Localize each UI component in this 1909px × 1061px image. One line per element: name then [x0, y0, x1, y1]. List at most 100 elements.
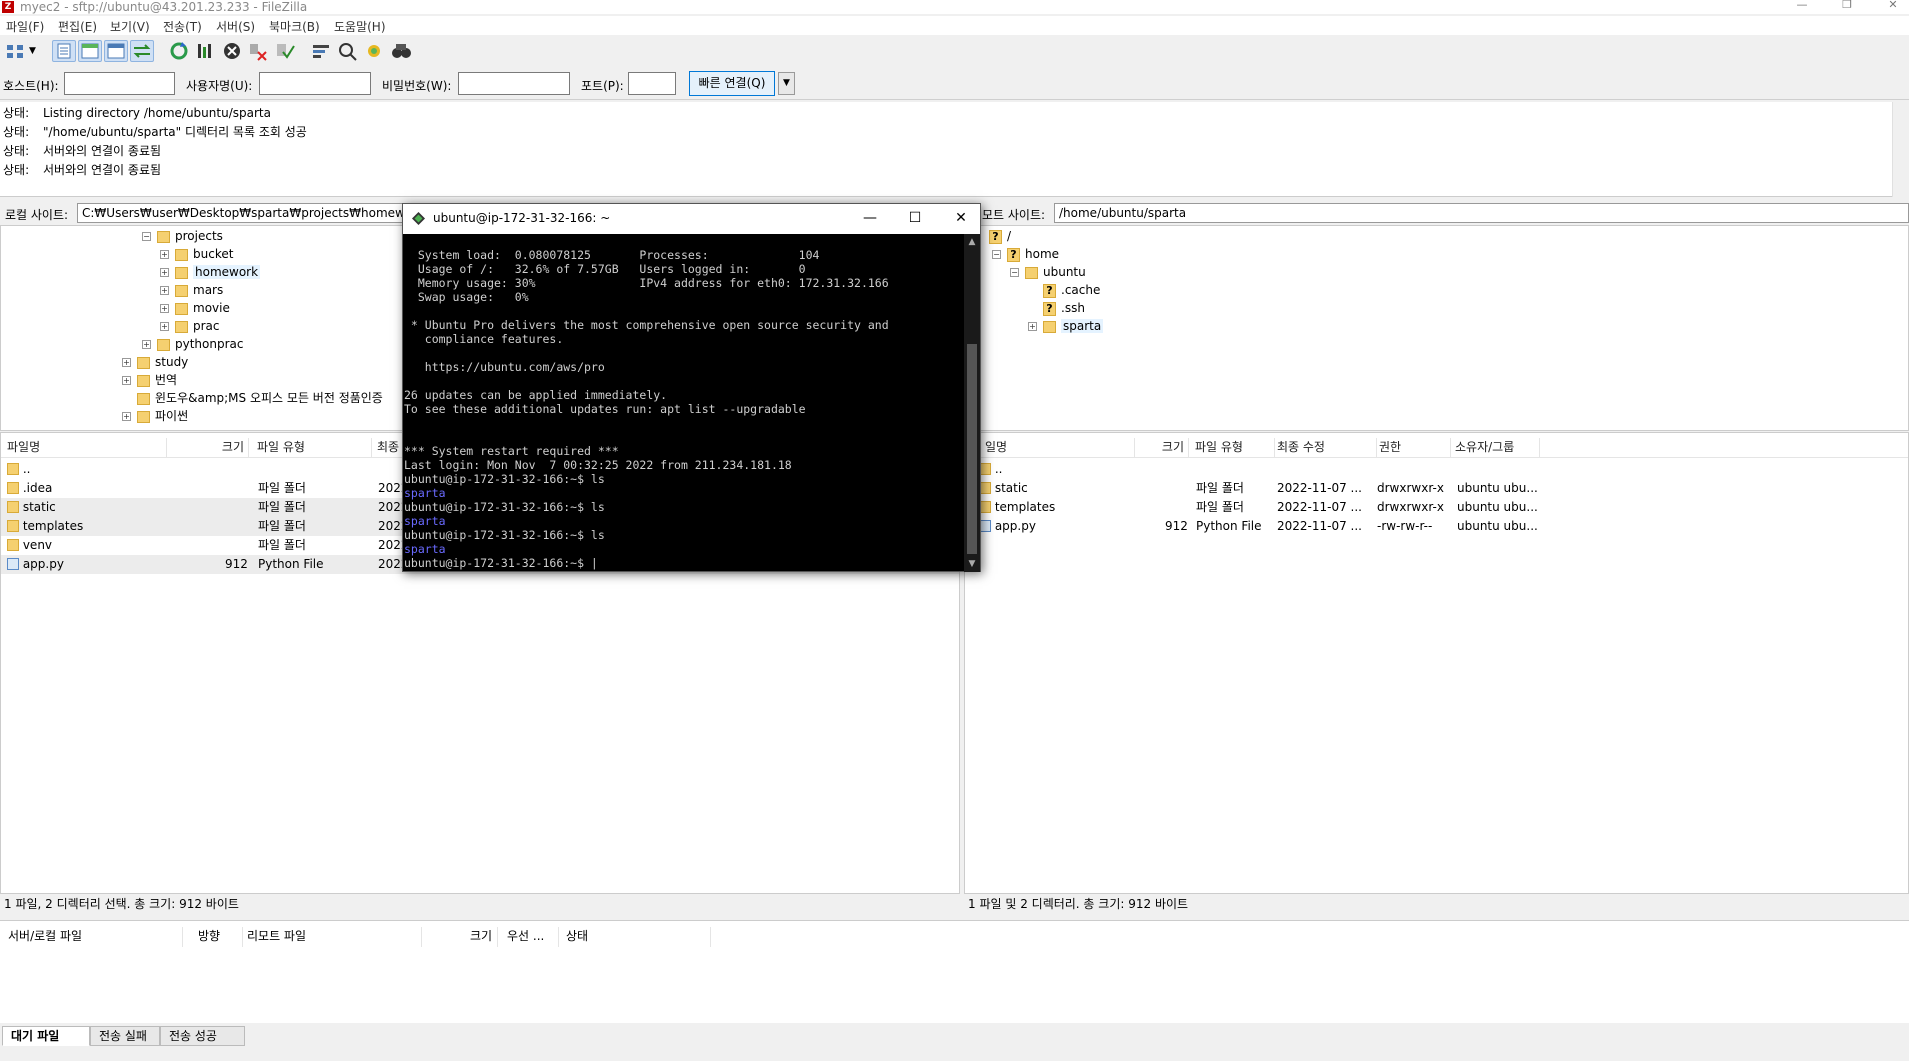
disconnect-icon[interactable] [246, 40, 270, 62]
tree-item[interactable]: + sparta [1028, 317, 1104, 335]
menu-transfer[interactable]: 전송(T) [163, 18, 202, 35]
search-remote-files-icon[interactable] [389, 40, 413, 62]
compare-directories-icon[interactable] [362, 40, 386, 62]
site-manager-icon[interactable] [4, 40, 28, 62]
directory-filter-icon[interactable] [309, 40, 333, 62]
folder-icon [157, 230, 170, 243]
scroll-up-icon[interactable]: ▲ [964, 237, 980, 247]
terminal-line: ubuntu@ip-172-31-32-166:~$ ls [404, 472, 605, 486]
filezilla-logo-icon: Z [2, 1, 14, 13]
menu-file[interactable]: 파일(F) [6, 18, 44, 35]
column-type[interactable]: 파일 유형 [1195, 438, 1275, 458]
table-row[interactable]: templates 파일 폴더 2022-11-07 ... drwxrwxr-x ub… [965, 498, 1908, 517]
folder-icon [7, 520, 19, 532]
log-scrollbar[interactable] [1892, 102, 1909, 197]
folder-icon [1025, 266, 1038, 279]
toggle-queue-icon[interactable] [130, 40, 154, 62]
menu-view[interactable]: 보기(V) [110, 18, 150, 35]
cancel-operation-icon[interactable] [220, 40, 244, 62]
menu-bookmarks[interactable]: 북마크(B) [269, 18, 320, 35]
tree-item[interactable]: + pythonprac [142, 335, 243, 353]
menu-server[interactable]: 서버(S) [216, 18, 255, 35]
column-size[interactable]: 크기 [1135, 438, 1189, 458]
folder-icon [175, 302, 188, 315]
terminal-title-bar[interactable]: ubuntu@ip-172-31-32-166: ~ — ☐ ✕ [403, 204, 980, 234]
toggle-log-icon[interactable] [52, 40, 76, 62]
folder-icon [175, 284, 188, 297]
remote-status-text: 1 파일 및 2 디렉터리. 총 크기: 912 바이트 [964, 894, 1909, 914]
tab-successful-transfers[interactable]: 전송 성공 (3) [160, 1026, 245, 1061]
column-size[interactable]: 크기 [167, 438, 249, 458]
tree-item[interactable]: + 번역 [122, 371, 177, 389]
terminal-line: * Ubuntu Pro delivers the most comprehen… [404, 318, 889, 332]
password-input[interactable] [458, 72, 570, 95]
folder-icon [137, 374, 150, 387]
quickconnect-dropdown-icon[interactable]: ▼ [778, 72, 795, 95]
tree-item[interactable]: + movie [160, 299, 230, 317]
tree-item[interactable]: ? / [989, 227, 1011, 245]
terminal-minimize-icon[interactable]: — [856, 209, 884, 229]
scroll-down-icon[interactable]: ▼ [964, 559, 980, 569]
queue-column-status[interactable]: 상태 [566, 927, 711, 947]
column-type[interactable]: 파일 유형 [257, 438, 372, 458]
tree-item[interactable]: −? home [992, 245, 1059, 263]
terminal-maximize-icon[interactable]: ☐ [901, 209, 929, 229]
folder-icon [1043, 320, 1056, 333]
queue-column-priority[interactable]: 우선 ... [507, 927, 559, 947]
terminal-scroll-thumb[interactable] [967, 344, 977, 554]
column-owner-group[interactable]: 소유자/그룹 [1455, 438, 1540, 458]
terminal-line: ubuntu@ip-172-31-32-166:~$ ls [404, 500, 605, 514]
minimize-icon[interactable]: — [1787, 0, 1817, 14]
column-permissions[interactable]: 권한 [1379, 438, 1451, 458]
column-filename[interactable]: 파일명 [7, 438, 167, 458]
username-label: 사용자명(U): [186, 79, 253, 93]
tree-item[interactable]: − ubuntu [1010, 263, 1086, 281]
host-input[interactable] [64, 72, 175, 95]
tree-item[interactable]: 윈도우&amp;MS 오피스 모든 버전 정품인증 [137, 389, 383, 407]
reconnect-icon[interactable] [273, 40, 297, 62]
tree-item[interactable]: + 파이썬 [122, 407, 188, 425]
port-input[interactable] [628, 72, 676, 95]
toggle-local-tree-icon[interactable] [78, 40, 102, 62]
unknown-folder-icon: ? [1007, 247, 1020, 262]
tree-item[interactable]: ? .cache [1043, 281, 1100, 299]
column-modified[interactable]: 최종 수정 [1277, 438, 1377, 458]
column-filename[interactable]: 일명 [985, 438, 1135, 458]
toggle-remote-tree-icon[interactable] [104, 40, 128, 62]
tree-item[interactable]: + study [122, 353, 188, 371]
tree-item[interactable]: + bucket [160, 245, 233, 263]
terminal-close-icon[interactable]: ✕ [947, 209, 975, 229]
toggle-sync-browsing-icon[interactable] [336, 40, 360, 62]
process-queue-icon[interactable] [193, 40, 217, 62]
table-row[interactable]: .. [965, 460, 1908, 479]
tree-item[interactable]: + prac [160, 317, 220, 335]
log-row: 상태: 서버와의 연결이 종료됨 [3, 163, 162, 177]
unknown-folder-icon: ? [989, 229, 1002, 244]
close-icon[interactable]: ✕ [1878, 0, 1908, 14]
tree-item[interactable]: + homework [160, 263, 261, 281]
tab-queued-files[interactable]: 대기 파일 [2, 1026, 90, 1046]
quickconnect-button[interactable]: 빠른 연결(Q) [689, 71, 775, 96]
remote-path-input[interactable]: /home/ubuntu/sparta [1054, 203, 1909, 223]
queue-column-size[interactable]: 크기 [470, 927, 498, 947]
table-row[interactable]: static 파일 폴더 2022-11-07 ... drwxrwxr-x ubunt… [965, 479, 1908, 498]
site-manager-dropdown-icon[interactable]: ▼ [29, 46, 36, 56]
refresh-icon[interactable] [167, 40, 191, 62]
terminal-window[interactable]: ubuntu@ip-172-31-32-166: ~ — ☐ ✕ System … [402, 203, 981, 572]
tab-failed-transfers[interactable]: 전송 실패 [90, 1026, 160, 1046]
menu-help[interactable]: 도움말(H) [334, 18, 386, 35]
table-row[interactable]: app.py 912 Python File 2022-11-07 ... -rw-rw… [965, 517, 1908, 536]
terminal-scrollbar[interactable]: ▲ ▼ [964, 234, 980, 572]
restore-icon[interactable]: ❐ [1832, 0, 1862, 14]
terminal-output[interactable]: System load: 0.080078125 Processes: 104 … [404, 248, 889, 570]
log-row: 상태: Listing directory /home/ubuntu/sparta [3, 106, 271, 120]
window-title: myec2 - sftp://ubuntu@43.201.23.233 - Fi… [20, 0, 308, 14]
username-input[interactable] [259, 72, 371, 95]
menu-edit[interactable]: 편집(E) [58, 18, 97, 35]
queue-column-local-file[interactable]: 서버/로컬 파일 [8, 927, 183, 947]
queue-column-remote-file[interactable]: 리모트 파일 [247, 927, 422, 947]
tree-item[interactable]: + mars [160, 281, 223, 299]
queue-column-direction[interactable]: 방향 [198, 927, 243, 947]
tree-item[interactable]: − projects [142, 227, 223, 245]
tree-item[interactable]: ? .ssh [1043, 299, 1085, 317]
